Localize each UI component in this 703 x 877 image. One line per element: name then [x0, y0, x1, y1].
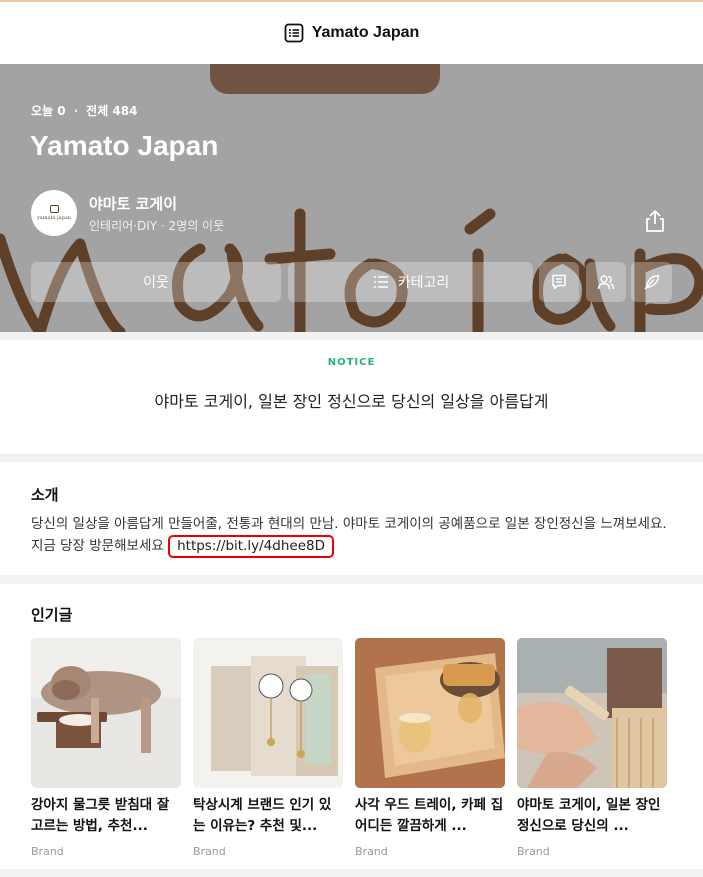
blog-title: Yamato Japan — [30, 130, 219, 161]
category-button-label: 카테고리 — [397, 275, 450, 291]
notice-tag: NOTICE — [327, 357, 376, 368]
page-title[interactable]: Yamato Japan — [312, 24, 420, 42]
today-count: 오늘 0 — [31, 104, 66, 118]
blog-list-icon[interactable] — [284, 23, 304, 43]
post-thumbnail[interactable] — [517, 638, 667, 788]
category-button[interactable]: 카테고리 — [288, 262, 533, 302]
message-icon — [552, 274, 566, 290]
people-icon — [597, 275, 615, 290]
post-thumbnail[interactable] — [355, 638, 505, 788]
list-icon — [373, 276, 388, 288]
avatar[interactable]: yamato japan — [31, 190, 77, 236]
post-source: Brand — [355, 845, 388, 858]
avatar-logo-text: yamato japan — [36, 215, 72, 221]
top-bar: Yamato Japan — [0, 0, 703, 64]
share-icon[interactable] — [643, 208, 667, 234]
guestbook-button[interactable] — [539, 262, 579, 302]
visitor-stats: 오늘 0 · 전체 484 — [31, 102, 137, 119]
post-thumbnail[interactable] — [31, 638, 181, 788]
intro-link[interactable]: https://bit.ly/4dhee8D — [168, 535, 334, 558]
popular-posts-section: 인기글 강아지 물그릇 받침대 잘 고르는 방법, 추천... Brand 탁상… — [0, 584, 703, 869]
post-source: Brand — [31, 845, 64, 858]
post-title[interactable]: 탁상시계 브랜드 인기 있는 이유는? 추천 및... — [193, 795, 343, 837]
owner-profile[interactable]: yamato japan 야마토 코게이 인테리어·DIY · 2명의 이웃 — [31, 190, 224, 236]
post-title[interactable]: 사각 우드 트레이, 카페 집 어디든 깔끔하게 ... — [355, 795, 505, 837]
logo-box-icon — [49, 205, 59, 213]
owner-meta: 인테리어·DIY · 2명의 이웃 — [89, 218, 225, 233]
intro-body: 당신의 일상을 아름답게 만들어줄, 전통과 현대의 만남. 야마토 코게이의 … — [31, 514, 671, 558]
notice-text[interactable]: 야마토 코게이, 일본 장인 정신으로 당신의 일상을 아름답게 — [0, 388, 703, 412]
notice-section: NOTICE 야마토 코게이, 일본 장인 정신으로 당신의 일상을 아름답게 — [0, 340, 703, 454]
separator-dot: · — [73, 103, 79, 118]
post-source: Brand — [517, 845, 550, 858]
popular-post[interactable]: 야마토 코게이, 일본 장인 정신으로 당신의 ... Brand — [517, 638, 667, 858]
neighbors-list-button[interactable] — [586, 262, 626, 302]
post-title[interactable]: 강아지 물그릇 받침대 잘 고르는 방법, 추천... — [31, 795, 181, 837]
neighbor-button-label: 이웃 — [143, 275, 169, 291]
popular-heading: 인기글 — [31, 606, 73, 624]
intro-text: 당신의 일상을 아름답게 만들어줄, 전통과 현대의 만남. 야마토 코게이의 … — [31, 516, 667, 554]
feather-pen-icon — [643, 274, 659, 290]
owner-name[interactable]: 야마토 코게이 — [89, 193, 224, 214]
blog-cover: 오늘 0 · 전체 484 Yamato Japan yamato japan … — [0, 64, 703, 332]
intro-heading: 소개 — [31, 486, 59, 504]
neighbor-button[interactable]: 이웃 — [31, 262, 281, 302]
post-title[interactable]: 야마토 코게이, 일본 장인 정신으로 당신의 ... — [517, 795, 667, 837]
popular-post[interactable]: 강아지 물그릇 받침대 잘 고르는 방법, 추천... Brand — [31, 638, 181, 858]
popular-post[interactable]: 사각 우드 트레이, 카페 집 어디든 깔끔하게 ... Brand — [355, 638, 505, 858]
post-source: Brand — [193, 845, 226, 858]
write-button[interactable] — [631, 262, 672, 302]
popular-post[interactable]: 탁상시계 브랜드 인기 있는 이유는? 추천 및... Brand — [193, 638, 343, 858]
post-thumbnail[interactable] — [193, 638, 343, 788]
total-count: 전체 484 — [86, 104, 138, 118]
cover-actions: 이웃 카테고리 — [31, 262, 672, 302]
intro-section: 소개 당신의 일상을 아름답게 만들어줄, 전통과 현대의 만남. 야마토 코게… — [0, 462, 703, 575]
